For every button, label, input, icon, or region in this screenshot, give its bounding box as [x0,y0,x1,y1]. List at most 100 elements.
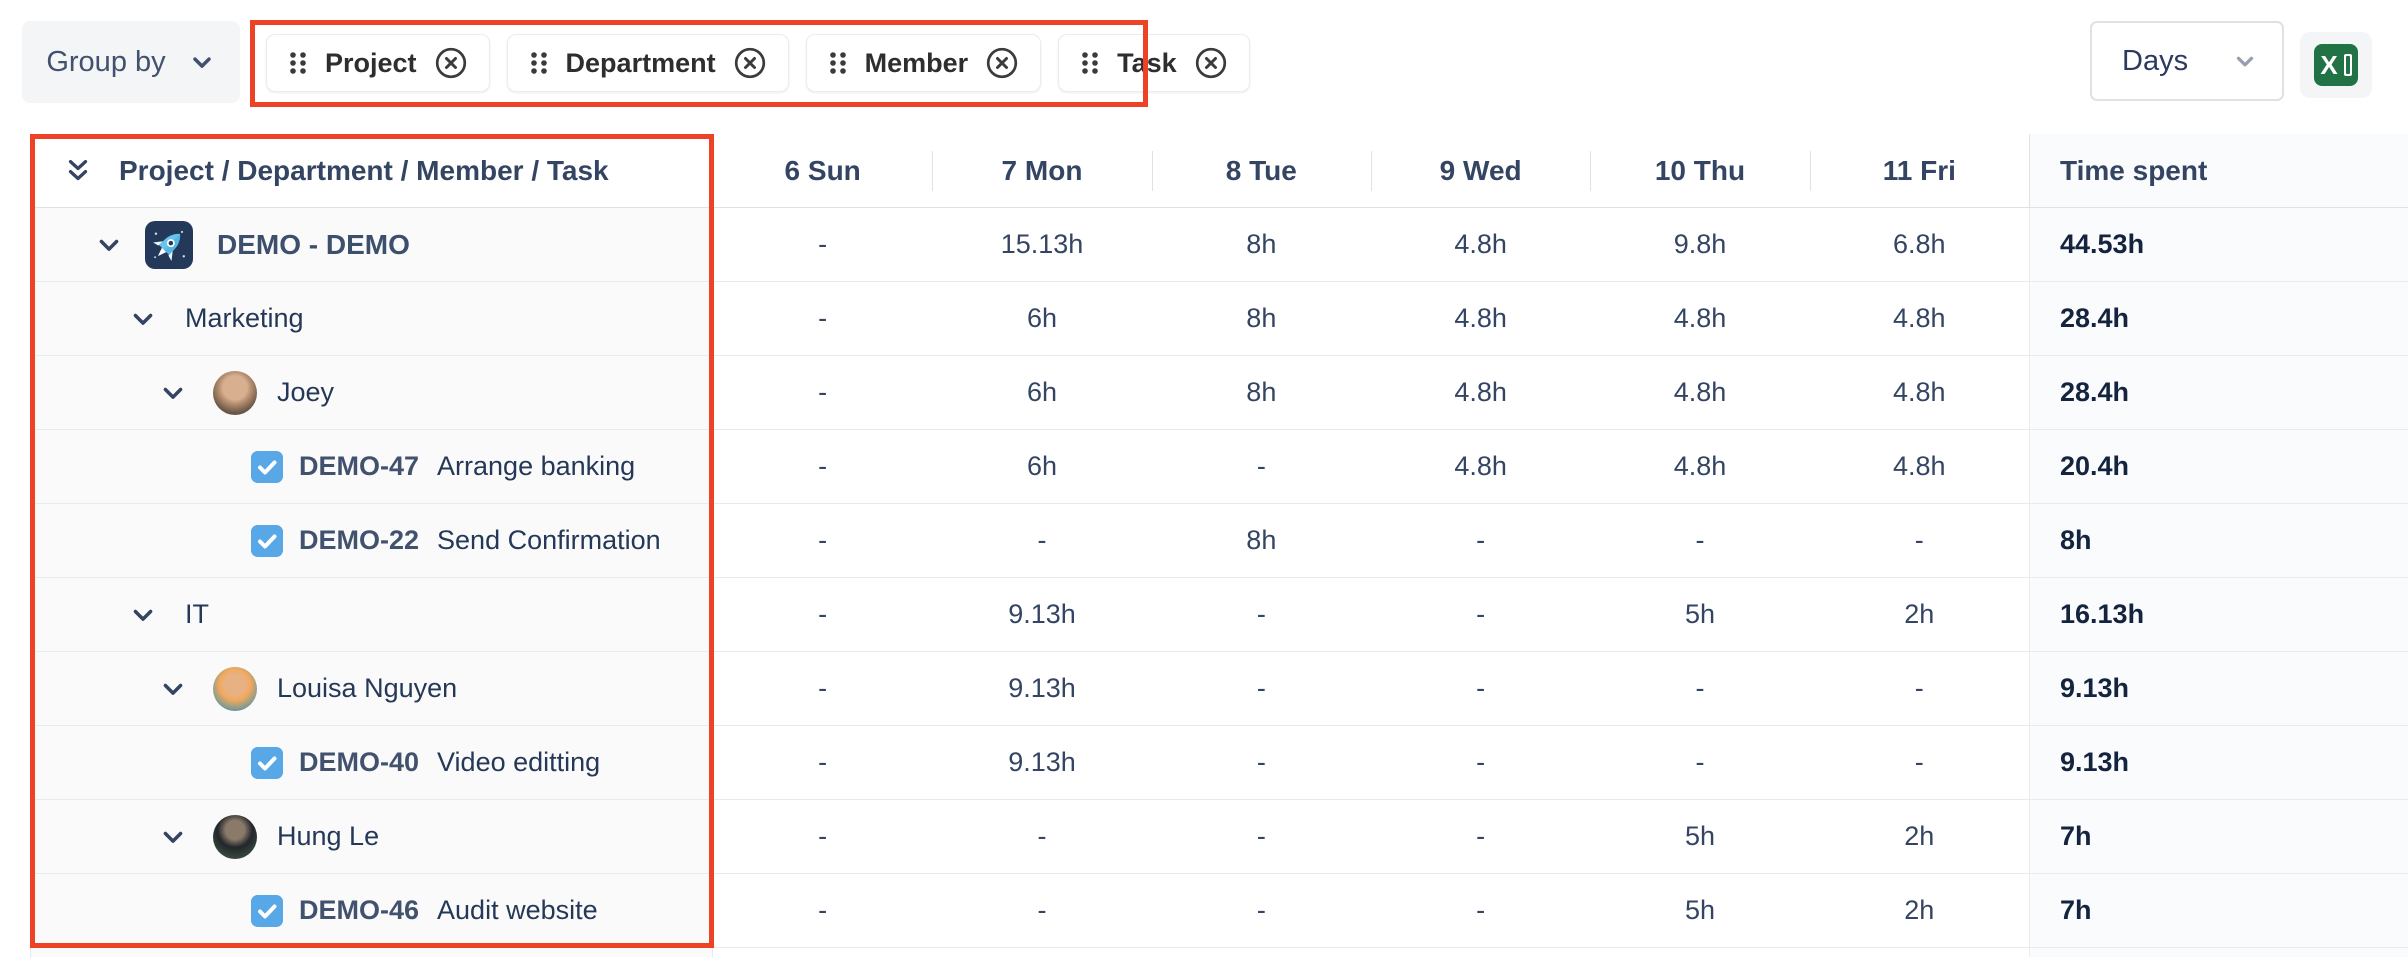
time-cell: - [713,652,932,725]
column-header-sun: 6 Sun [713,134,932,207]
tree-cell-task: DEMO-22Send Confirmation [31,504,713,577]
collapse-all-icon[interactable] [63,156,93,186]
timesheet-table: Project / Department / Member / Task 6 S… [30,134,2408,958]
tree-cell-partial [31,948,713,957]
remove-chip-icon[interactable] [732,45,768,81]
time-cell: 2h [1810,578,2029,651]
remove-chip-icon[interactable] [433,45,469,81]
remove-chip-icon[interactable] [984,45,1020,81]
time-cell: 5h [1590,800,1809,873]
time-cell: 5h [1590,578,1809,651]
tree-cell-member: Hung Le [31,800,713,873]
time-cell: 15.13h [932,208,1151,281]
column-header-wed: 9 Wed [1371,134,1590,207]
toolbar: Group by Project Department Member Task Day… [0,0,2408,134]
groupby-chip-task[interactable]: Task [1058,34,1250,92]
day-cells: --8h--- [713,504,2029,577]
time-cell: - [1810,504,2029,577]
time-cell: - [932,874,1151,947]
table-row: DEMO-22Send Confirmation--8h---8h [31,504,2408,578]
table-row: IT-9.13h--5h2h16.13h [31,578,2408,652]
day-cells: -9.13h--5h2h [713,578,2029,651]
chevron-down-icon[interactable] [129,601,157,629]
time-cell: 4.8h [1590,282,1809,355]
svg-text:X: X [2320,50,2338,80]
task-type-checkbox-icon [251,895,283,927]
time-cell: 4.8h [1810,356,2029,429]
time-cell: - [713,430,932,503]
groupby-chip-member[interactable]: Member [806,34,1042,92]
time-cell: 4.8h [1371,430,1590,503]
time-cell: - [1590,726,1809,799]
chevron-down-icon[interactable] [159,823,187,851]
chip-label: Project [325,48,417,79]
time-cell: - [1152,726,1371,799]
time-cell: 9.13h [932,578,1151,651]
task-summary: Audit website [437,895,598,926]
chevron-down-icon[interactable] [159,379,187,407]
group-by-label: Group by [46,46,165,79]
time-spent-total: 44.53h [2029,208,2408,281]
member-label: Hung Le [277,821,379,852]
groupby-chip-project[interactable]: Project [266,34,490,92]
department-label: Marketing [185,303,304,334]
time-cell: - [1590,504,1809,577]
task-key[interactable]: DEMO-47 [299,451,419,482]
time-cell: 4.8h [1371,282,1590,355]
table-row: DEMO - DEMO -15.13h8h4.8h9.8h6.8h44.53h [31,208,2408,282]
time-cell: 4.8h [1371,208,1590,281]
time-spent-total [2029,948,2408,957]
rocket-project-icon [145,221,193,269]
drag-handle-icon[interactable] [1079,48,1101,78]
task-key[interactable]: DEMO-46 [299,895,419,926]
task-key[interactable]: DEMO-40 [299,747,419,778]
export-excel-button[interactable]: X [2300,32,2372,98]
time-cell: - [1590,652,1809,725]
time-cell: - [713,800,932,873]
chevron-down-icon[interactable] [95,231,123,259]
time-cell: 4.8h [1810,430,2029,503]
task-key[interactable]: DEMO-22 [299,525,419,556]
time-cell: - [713,874,932,947]
time-cell: - [932,800,1151,873]
project-label: DEMO - DEMO [217,229,410,261]
time-cell: 9.8h [1590,208,1809,281]
remove-chip-icon[interactable] [1193,45,1229,81]
time-cell: - [1152,430,1371,503]
table-row: Hung Le----5h2h7h [31,800,2408,874]
column-header-thu: 10 Thu [1590,134,1809,207]
tree-cell-task: DEMO-40Video editting [31,726,713,799]
day-cells: ----5h2h [713,874,2029,947]
drag-handle-icon[interactable] [528,48,550,78]
drag-handle-icon[interactable] [287,48,309,78]
time-spent-total: 9.13h [2029,652,2408,725]
time-cell: - [1152,800,1371,873]
group-by-chips: Project Department Member Task [266,34,1250,92]
chevron-down-icon[interactable] [159,675,187,703]
day-cells: -6h8h4.8h4.8h4.8h [713,356,2029,429]
time-cell: - [1152,874,1371,947]
time-cell: - [713,208,932,281]
period-select[interactable]: Days [2090,21,2284,101]
member-avatar [213,667,257,711]
time-cell: - [1371,726,1590,799]
chevron-down-icon[interactable] [129,305,157,333]
time-cell: 8h [1152,356,1371,429]
time-cell: - [1810,726,2029,799]
time-cell: 6.8h [1810,208,2029,281]
time-cell: 8h [1152,208,1371,281]
time-cell: - [713,726,932,799]
tree-cell-project: DEMO - DEMO [31,208,713,281]
day-column-headers: 6 Sun7 Mon8 Tue9 Wed10 Thu11 Fri [713,134,2029,207]
total-column-header: Time spent [2029,134,2408,207]
drag-handle-icon[interactable] [827,48,849,78]
group-by-button[interactable]: Group by [22,21,240,103]
time-cell: - [1371,652,1590,725]
tree-cell-member: Joey [31,356,713,429]
chip-label: Department [566,48,716,79]
time-cell: - [1371,578,1590,651]
time-spent-total: 16.13h [2029,578,2408,651]
time-cell: - [1371,800,1590,873]
groupby-chip-department[interactable]: Department [507,34,789,92]
chip-label: Member [865,48,969,79]
